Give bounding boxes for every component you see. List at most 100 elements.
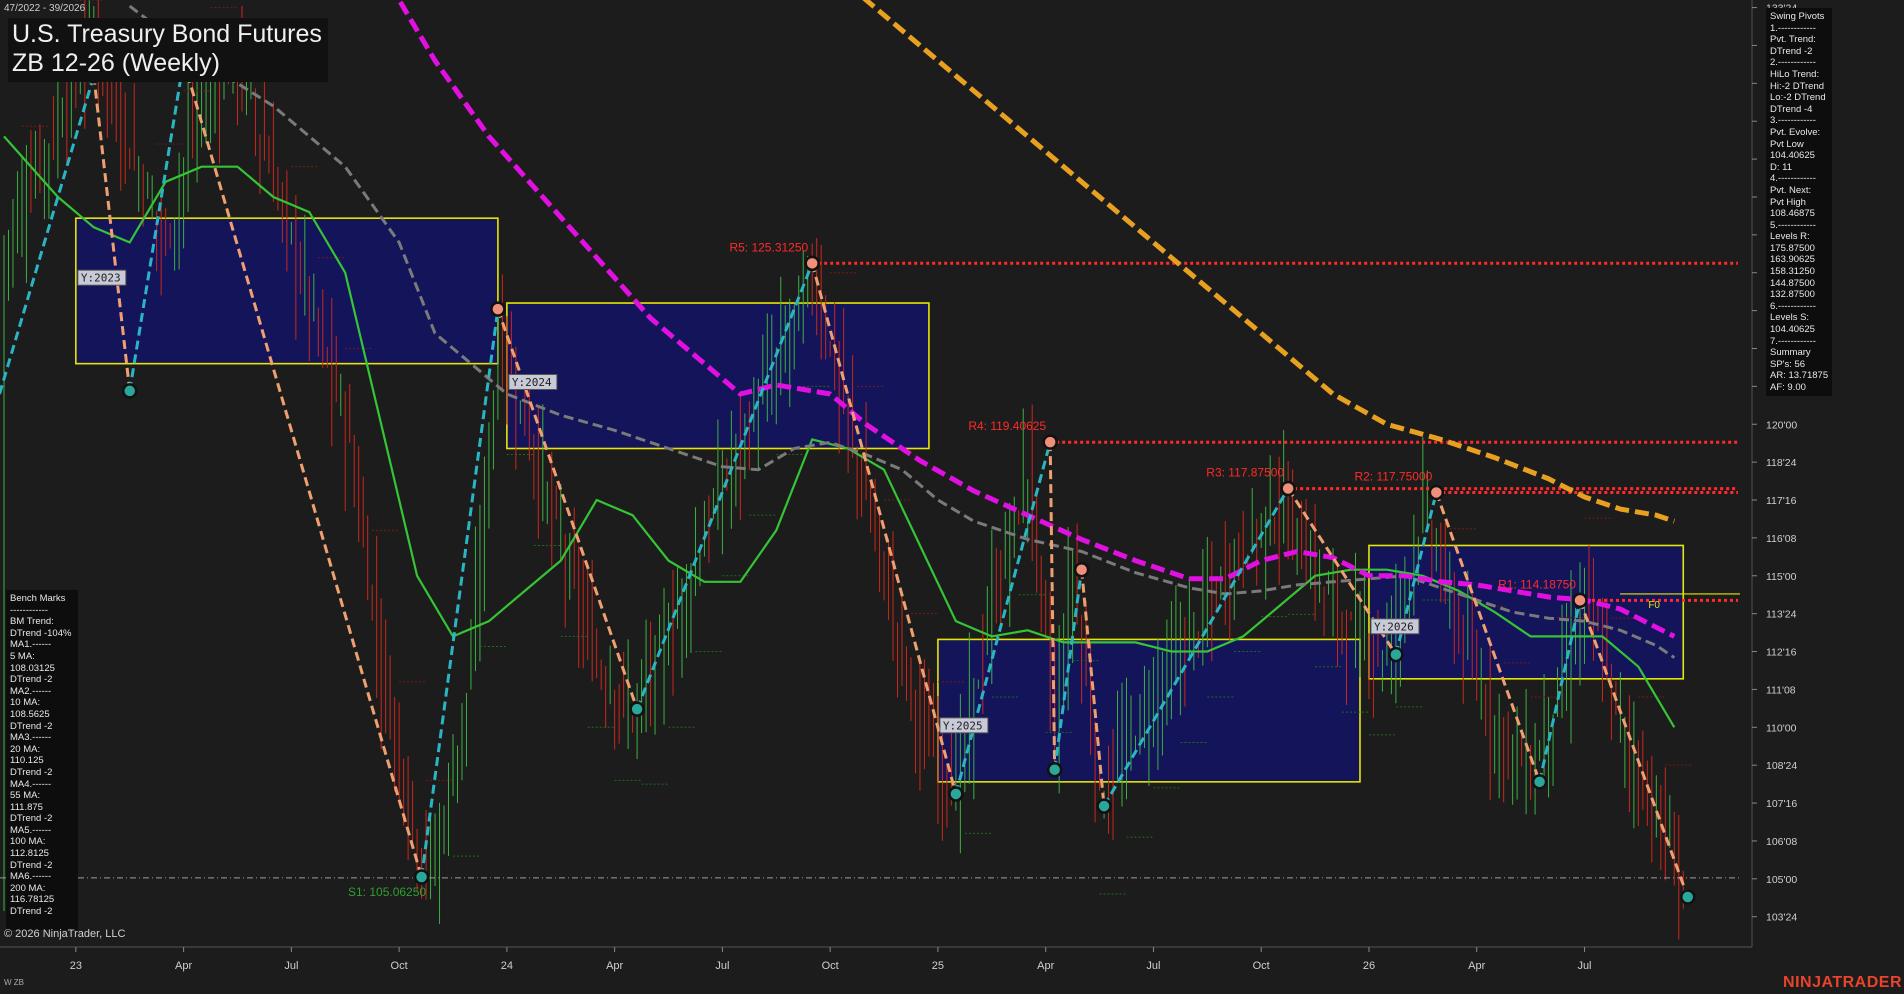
panel-line: Hi:-2 DTrend: [1770, 80, 1825, 92]
x-tick-label: Oct: [822, 960, 839, 972]
swing-line: [420, 308, 500, 878]
support-label: S1: 105.06250: [348, 885, 426, 899]
chart-title-box: U.S. Treasury Bond Futures ZB 12-26 (Wee…: [8, 18, 328, 82]
year-zone-label: Y:2026: [1370, 618, 1420, 635]
y-tick-label: 118'24: [1766, 457, 1797, 469]
panel-line: Bench Marks: [10, 593, 66, 604]
panel-line: D: 11: [1770, 161, 1793, 173]
panel-line: HiLo Trend:: [1770, 68, 1820, 80]
panel-line: 4.------------: [1770, 173, 1816, 185]
swing-pivot-marker: [629, 701, 645, 717]
candles: [3, 0, 1693, 940]
copyright: © 2026 NinjaTrader, LLC: [4, 928, 126, 940]
bench-marks-panel: Bench Marks ------------ BM Trend: DTrend -…: [6, 590, 78, 930]
swing-pivot-marker: [804, 255, 820, 272]
panel-line: 5 MA:: [10, 650, 35, 662]
panel-line: 108.5625: [10, 708, 50, 720]
y-tick-label: 112'16: [1766, 647, 1797, 659]
panel-line: DTrend -2: [10, 766, 53, 778]
panel-line: DTrend -2: [10, 674, 53, 686]
panel-line: DTrend -4: [1770, 103, 1813, 115]
panel-line: Swing Pivots: [1770, 11, 1825, 22]
y-tick-label: 106'08: [1766, 836, 1797, 848]
year-zone-label: Y:2025: [939, 717, 989, 734]
resistance-label: R4: 119.40625: [968, 419, 1046, 433]
panel-line: MA5.------: [10, 824, 52, 836]
panel-line: MA4.------: [10, 778, 52, 790]
panel-line: SP's: 56: [1770, 358, 1806, 370]
year-label-text: Y:2025: [943, 719, 983, 732]
y-tick-label: 117'16: [1766, 495, 1797, 507]
panel-line: 1.------------: [1770, 22, 1816, 34]
y-tick-label: 107'16: [1766, 798, 1797, 810]
panel-line: Lo:-2 DTrend: [1770, 92, 1826, 104]
swing-pivots-panel: Swing Pivots 1.------------ Pvt. Trend: DTr…: [1766, 8, 1832, 396]
swing-pivot-marker: [1280, 480, 1296, 497]
panel-line: 132.87500: [1770, 289, 1815, 301]
x-tick-label: 25: [932, 960, 944, 972]
y-tick-label: 108'24: [1766, 760, 1797, 772]
axes: 103'24 105'00 106'08 107'16 108'24 110'00 111'…: [0, 0, 1797, 972]
swing-pivot-marker: [121, 383, 138, 399]
resistance-label: R2: 117.75000: [1354, 469, 1432, 483]
x-tick-label: Apr: [606, 960, 623, 972]
panel-line: MA3.------: [10, 732, 52, 744]
x-tick-label: Jul: [715, 960, 729, 972]
swing-pivot-marker: [948, 786, 964, 802]
y-tick-label: 120'00: [1766, 419, 1797, 431]
y-tick-label: 113'24: [1766, 609, 1797, 621]
panel-line: Pvt. Evolve:: [1770, 126, 1821, 138]
panel-line: AR: 13.71875: [1770, 370, 1829, 382]
x-tick-label: Apr: [1037, 960, 1054, 972]
panel-line: 163.90625: [1770, 254, 1815, 266]
x-tick-label: Apr: [1468, 960, 1485, 972]
panel-line: DTrend -2: [10, 720, 53, 732]
y-tick-label: 111'08: [1766, 684, 1796, 696]
panel-line: Summary: [1770, 347, 1811, 359]
x-tick-label: Jul: [1577, 960, 1591, 972]
panel-line: 100 MA:: [10, 836, 46, 848]
year-zones: [75, 217, 1685, 783]
panel-line: Pvt Low: [1770, 138, 1804, 150]
swing-pivot-marker: [1572, 592, 1588, 609]
panel-line: ------------: [10, 604, 48, 616]
x-tick-label: Apr: [175, 960, 192, 972]
x-tick-label: Jul: [1146, 960, 1160, 972]
year-label-text: Y:2024: [512, 376, 552, 389]
price-chart[interactable]: R5: 125.31250 R4: 119.40625 R3: 117.87500 R…: [0, 0, 1904, 994]
x-tick-label: Jul: [284, 960, 298, 972]
panel-line: 175.87500: [1770, 242, 1815, 254]
year-zone-label: Y:2024: [508, 373, 558, 390]
panel-line: 111.875: [10, 801, 43, 813]
ninjatrader-logo: NINJATRADER: [1783, 974, 1902, 991]
panel-line: 7.------------: [1770, 335, 1816, 347]
panel-line: 3.------------: [1770, 115, 1816, 127]
swing-line: [182, 60, 424, 878]
panel-line: 116.78125: [10, 894, 55, 906]
y-tick-label: 115'00: [1766, 571, 1797, 583]
panel-line: Pvt High: [1770, 196, 1806, 208]
panel-line: 158.31250: [1770, 266, 1815, 278]
panel-line: 6.------------: [1770, 300, 1816, 312]
panel-line: DTrend -2: [10, 906, 53, 918]
chart-subtitle: ZB 12-26 (Weekly): [12, 49, 220, 77]
y-tick-label: 116'08: [1766, 533, 1797, 545]
panel-line: 104.40625: [1770, 324, 1815, 336]
panel-line: 2.------------: [1770, 57, 1816, 69]
panel-line: Pvt. Trend:: [1770, 34, 1816, 46]
swing-pivot-marker: [490, 301, 506, 317]
swing-pivot-marker: [1531, 774, 1548, 790]
swing-pivot-marker: [1428, 484, 1445, 501]
y-tick-label: 110'00: [1766, 722, 1797, 734]
year-zone-label: Y:2023: [77, 269, 127, 286]
x-tick-label: 26: [1363, 960, 1375, 972]
resistance-label: R1: 114.18750: [1498, 577, 1576, 591]
panel-line: 108.03125: [10, 662, 55, 674]
date-range: 47/2022 - 39/2026: [4, 3, 86, 14]
y-tick-label: 105'00: [1766, 874, 1797, 886]
year-label-text: Y:2026: [1374, 620, 1414, 633]
price-flag-label: F0: [1648, 600, 1660, 611]
swing-pivot-marker: [1046, 761, 1063, 778]
panel-line: Levels S:: [1770, 312, 1810, 324]
panel-line: MA6.------: [10, 871, 52, 883]
